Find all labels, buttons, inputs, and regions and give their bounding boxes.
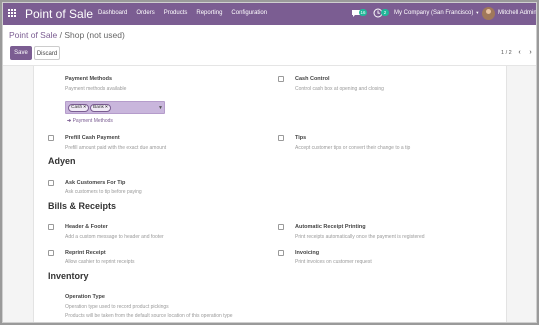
company-name: My Company (San Francisco) bbox=[394, 10, 474, 17]
reprint-receipt-desc: Allow cashier to reprint receipts bbox=[65, 259, 135, 265]
auto-receipt-label: Automatic Receipt Printing bbox=[295, 224, 366, 230]
apps-grid-icon[interactable] bbox=[8, 9, 17, 18]
activity-count-badge: 2 bbox=[381, 9, 389, 16]
tag-bank: Bank× bbox=[90, 104, 111, 112]
cash-control-label: Cash Control bbox=[295, 76, 330, 82]
prefill-cash-desc: Prefill amount paid with the exact due a… bbox=[65, 145, 167, 151]
pager-value[interactable]: 1 / 2 bbox=[501, 50, 512, 56]
reprint-receipt-label: Reprint Receipt bbox=[65, 250, 106, 256]
breadcrumb-separator: / bbox=[59, 30, 62, 40]
tag-cash: Cash× bbox=[68, 104, 90, 112]
operation-type-desc-2: Products will be taken from the default … bbox=[65, 313, 233, 319]
ask-tip-label: Ask Customers For Tip bbox=[65, 180, 126, 186]
payment-methods-label: Payment Methods bbox=[65, 76, 113, 82]
avatar[interactable] bbox=[482, 7, 495, 20]
user-name[interactable]: Mitchell Admin bbox=[498, 10, 536, 16]
payment-methods-field[interactable]: Cash× Bank× ▼ bbox=[65, 101, 165, 114]
operation-type-label: Operation Type bbox=[65, 294, 105, 300]
tag-bank-remove-icon[interactable]: × bbox=[105, 105, 108, 110]
menu-dashboard[interactable]: Dashboard bbox=[98, 10, 127, 16]
prefill-cash-checkbox[interactable] bbox=[48, 135, 54, 141]
header-footer-label: Header & Footer bbox=[65, 224, 108, 230]
main-menu: Dashboard Orders Products Reporting Conf… bbox=[98, 10, 267, 16]
chat-count-badge: 16 bbox=[359, 9, 367, 16]
save-button[interactable]: Save bbox=[10, 46, 32, 60]
payment-methods-desc: Payment methods available bbox=[65, 86, 127, 92]
tips-checkbox[interactable] bbox=[278, 135, 284, 141]
ask-tip-desc: Ask customers to tip before paying bbox=[65, 189, 142, 195]
pager-next-button[interactable]: › bbox=[525, 47, 536, 59]
section-title-bills-receipts: Bills & Receipts bbox=[48, 201, 117, 211]
menu-orders[interactable]: Orders bbox=[136, 10, 154, 16]
ask-tip-checkbox[interactable] bbox=[48, 180, 54, 186]
invoicing-checkbox[interactable] bbox=[278, 250, 284, 256]
app-window: Point of Sale Dashboard Orders Products … bbox=[2, 2, 537, 323]
top-navbar: Point of Sale Dashboard Orders Products … bbox=[3, 3, 536, 25]
invoicing-label: Invoicing bbox=[295, 250, 320, 256]
reprint-receipt-checkbox[interactable] bbox=[48, 250, 54, 256]
tips-desc: Accept customer tips or convert their ch… bbox=[295, 145, 411, 151]
payment-methods-link-label: Payment Methods bbox=[72, 118, 113, 124]
breadcrumb-current: Shop (not used) bbox=[64, 30, 125, 40]
dropdown-caret-icon[interactable]: ▼ bbox=[158, 105, 163, 111]
auto-receipt-desc: Print receipts automatically once the pa… bbox=[295, 234, 425, 240]
header-footer-checkbox[interactable] bbox=[48, 224, 54, 230]
discard-button[interactable]: Discard bbox=[34, 46, 60, 60]
menu-reporting[interactable]: Reporting bbox=[196, 10, 222, 16]
tag-cash-label: Cash bbox=[71, 105, 83, 110]
breadcrumb: Point of Sale / Shop (not used) bbox=[9, 30, 125, 40]
caret-down-icon: ▼ bbox=[475, 10, 480, 15]
prefill-cash-label: Prefill Cash Payment bbox=[65, 135, 120, 141]
tips-label: Tips bbox=[295, 135, 307, 141]
breadcrumb-parent[interactable]: Point of Sale bbox=[9, 30, 57, 40]
auto-receipt-checkbox[interactable] bbox=[278, 224, 284, 230]
cash-control-checkbox[interactable] bbox=[278, 76, 284, 82]
operation-type-desc: Operation type used to record product pi… bbox=[65, 304, 169, 310]
menu-configuration[interactable]: Configuration bbox=[231, 10, 267, 16]
company-switcher[interactable]: My Company (San Francisco) ▼ bbox=[394, 10, 479, 16]
pager-previous-button[interactable]: ‹ bbox=[514, 47, 525, 59]
cash-control-desc: Control cash box at opening and closing bbox=[295, 86, 384, 92]
arrow-right-icon: ➔ bbox=[67, 118, 72, 124]
section-title-adyen: Adyen bbox=[48, 156, 76, 166]
app-title[interactable]: Point of Sale bbox=[25, 7, 93, 21]
tag-cash-remove-icon[interactable]: × bbox=[83, 105, 86, 110]
section-title-inventory: Inventory bbox=[48, 271, 89, 281]
payment-methods-link[interactable]: ➔ Payment Methods bbox=[67, 118, 113, 124]
invoicing-desc: Print invoices on customer request bbox=[295, 259, 372, 265]
header-footer-desc: Add a custom message to header and foote… bbox=[65, 234, 164, 240]
menu-products[interactable]: Products bbox=[164, 10, 188, 16]
tag-bank-label: Bank bbox=[93, 105, 104, 110]
